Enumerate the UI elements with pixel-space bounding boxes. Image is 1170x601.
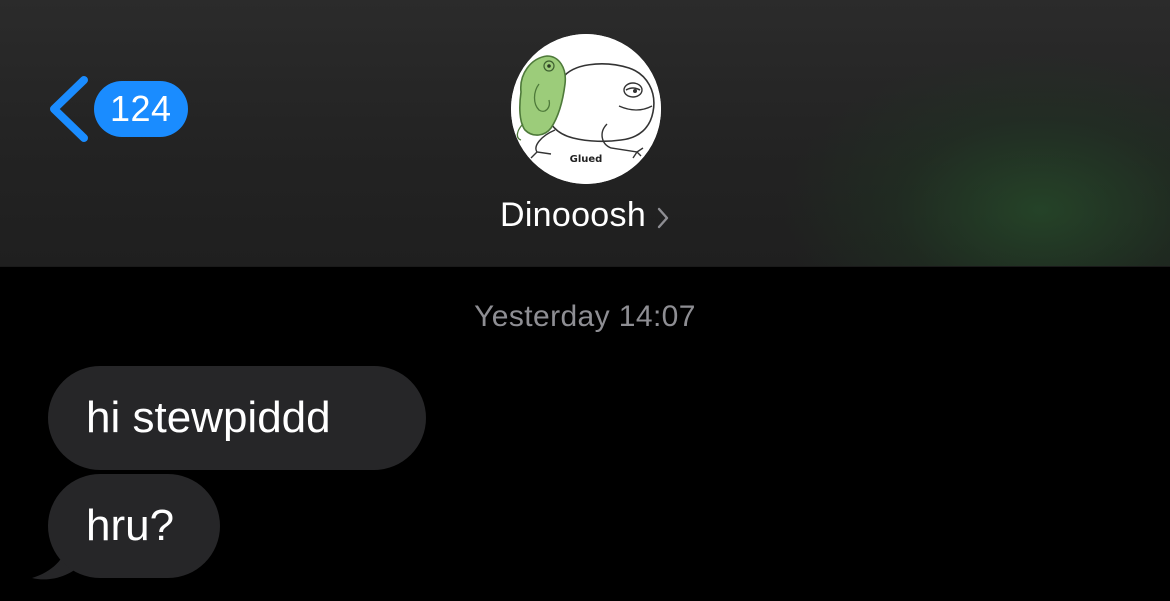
contact-avatar[interactable]: Glued bbox=[511, 34, 661, 184]
back-button[interactable]: 124 bbox=[46, 76, 188, 142]
avatar-caption: Glued bbox=[569, 154, 603, 165]
chevron-right-icon bbox=[657, 207, 669, 228]
chevron-left-icon bbox=[50, 76, 88, 142]
incoming-message-bubble[interactable]: hi stewpiddd bbox=[48, 366, 426, 470]
incoming-message-bubble[interactable]: hru? bbox=[48, 474, 220, 578]
contact-details-button[interactable]: Dinooosh bbox=[0, 196, 1170, 235]
contact-name: Dinooosh bbox=[499, 196, 647, 234]
messages-conversation-screen: 124 Glued Dinooosh Yesterday 14:07 hi st… bbox=[0, 0, 1170, 601]
unread-count-badge: 124 bbox=[94, 81, 188, 137]
conversation-header: 124 Glued Dinooosh bbox=[0, 0, 1170, 267]
message-timestamp: Yesterday 14:07 bbox=[474, 300, 696, 333]
